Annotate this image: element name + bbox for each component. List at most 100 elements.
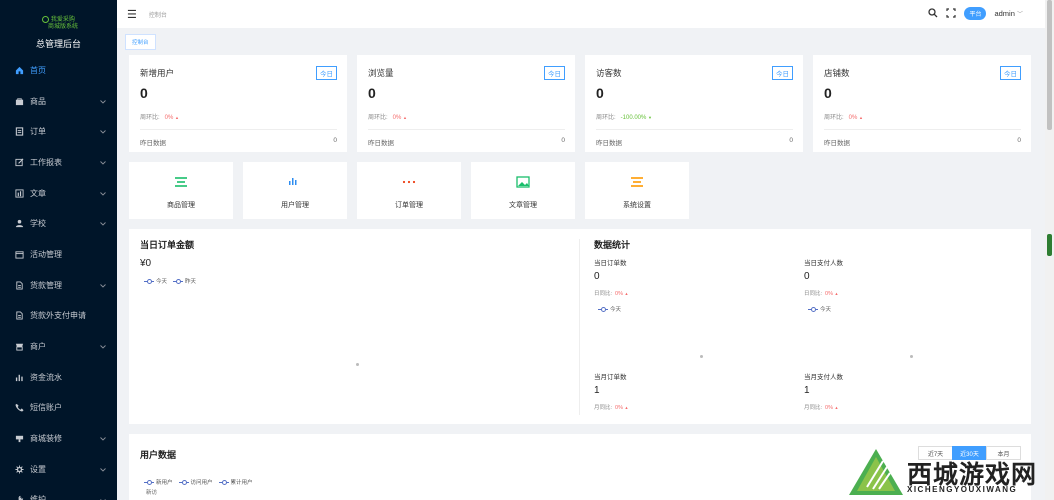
platform-badge[interactable]: 平台	[964, 7, 987, 20]
mini-stat-compare: 日同比: 0% ▲	[804, 289, 838, 297]
stat-title: 访客数	[596, 68, 622, 78]
legend-label: 今天	[156, 279, 168, 285]
mini-stat-value: 1	[804, 385, 810, 396]
sidebar-item-5[interactable]: 学校	[0, 208, 117, 239]
charts-card: 当日订单金额 ¥0 今天 昨天 数据统计 当日订单数 0 日同比: 0% ▲ 今天 当日支付…	[129, 229, 1031, 424]
bag-icon	[15, 97, 24, 106]
legend-label: 新用户	[156, 480, 173, 486]
sidebar-item-label: 商品	[30, 96, 46, 106]
legend-line-marker	[178, 479, 189, 485]
sidebar-item-14[interactable]: 维护	[0, 485, 117, 500]
arrow-up-icon: ▲	[834, 291, 839, 296]
scrollbar-thumb[interactable]	[1047, 0, 1052, 130]
legend-item[interactable]: 今天	[808, 305, 831, 313]
sidebar-item-13[interactable]: 设置	[0, 454, 117, 485]
sidebar-item-1[interactable]: 商品	[0, 86, 117, 117]
quick-link-4[interactable]: 系统设置	[585, 162, 689, 219]
divider	[579, 239, 580, 415]
search-icon[interactable]	[928, 7, 938, 20]
stat-yesterday-label: 昨日数据	[140, 140, 166, 147]
gear-icon	[15, 465, 24, 474]
legend-item[interactable]: 新用户	[144, 478, 173, 486]
stat-badge: 今日	[316, 66, 337, 80]
legend-line-marker	[144, 479, 154, 485]
watermark: 西城游戏网 XICHENGYOUXIWANG	[845, 445, 1054, 500]
quick-link-1[interactable]: 用户管理	[243, 162, 347, 219]
sidebar-item-label: 维护	[30, 495, 46, 500]
mini-stat-label: 当日支付人数	[804, 260, 843, 267]
stat-compare-label: 周环比:	[824, 115, 844, 121]
arrow-up-icon: ▲	[403, 115, 407, 120]
sidebar-item-label: 文章	[30, 188, 46, 198]
legend-item[interactable]: 今天	[598, 305, 621, 313]
sidebar-item-label: 活动管理	[30, 249, 62, 259]
quick-link-3[interactable]: 文章管理	[471, 162, 575, 219]
stat-compare-label: 周环比:	[596, 115, 616, 121]
stat-compare: 周环比: 0% ▲	[140, 112, 179, 121]
sidebar-item-label: 资金流水	[30, 372, 62, 382]
logo-line2: 商城版系统	[47, 24, 78, 31]
sidebar-item-7[interactable]: 货款管理	[0, 270, 117, 301]
sidebar-item-0[interactable]: 首页	[0, 55, 117, 86]
sidebar-item-11[interactable]: 短信账户	[0, 393, 117, 424]
sidebar-item-12[interactable]: 商城装修	[0, 423, 117, 454]
legend-item[interactable]: 累计用户	[218, 478, 253, 486]
bar-chart-icon	[15, 373, 24, 382]
legend-item[interactable]: 今天	[144, 277, 167, 285]
stat-value: 0	[596, 85, 604, 101]
main-area: ☰ 控制台 平台 admin ﹀ 控制台 新增用户 今日 0 周环比: 0% ▲ 昨日数据…	[117, 0, 1045, 500]
sidebar-item-label: 商户	[30, 342, 46, 352]
chevron-down-icon	[100, 189, 106, 198]
stat-percent: -100.00% ▼	[621, 115, 652, 121]
phone-icon	[15, 403, 24, 412]
stat-yesterday-value: 0	[789, 137, 793, 144]
sidebar-item-label: 首页	[30, 65, 46, 75]
stat-compare: 周环比: 0% ▲	[368, 112, 407, 121]
mini-percent-value: 0%	[825, 291, 833, 297]
stat-yesterday-value: 0	[1017, 137, 1021, 144]
legend-item[interactable]: 昨天	[173, 277, 196, 285]
sidebar-item-3[interactable]: 工作报表	[0, 147, 117, 178]
sidebar-item-6[interactable]: 活动管理	[0, 239, 117, 270]
user-menu[interactable]: admin ﹀	[994, 9, 1023, 18]
stat-divider	[824, 129, 1021, 130]
watermark-logo-icon	[849, 449, 903, 495]
chevron-down-icon	[100, 219, 106, 228]
sidebar-item-4[interactable]: 文章	[0, 178, 117, 209]
sidebar-item-9[interactable]: 商户	[0, 331, 117, 362]
app-title: 总管理后台	[35, 39, 81, 50]
sidebar-item-2[interactable]: 订单	[0, 116, 117, 147]
stat-compare-label: 周环比:	[368, 115, 388, 121]
user-data-y-label: 新访	[146, 490, 158, 496]
arrow-up-icon: ▲	[175, 115, 179, 120]
page-scrollbar[interactable]	[1045, 0, 1054, 500]
quick-link-label: 用户管理	[281, 202, 309, 209]
mini-stat-label: 当月订单数	[594, 374, 627, 381]
mini-legend: 今天	[808, 305, 831, 313]
sidebar-item-8[interactable]: 货款外支付申请	[0, 301, 117, 332]
mini-stat-value: 0	[594, 271, 600, 282]
logo-icon	[42, 16, 50, 23]
list-icon	[585, 176, 689, 188]
tools-icon	[15, 495, 24, 500]
legend-item[interactable]: 访问用户	[178, 478, 213, 486]
order-amount-value: ¥0	[140, 258, 152, 269]
home-icon	[15, 66, 24, 75]
legend-line-marker	[218, 479, 229, 485]
breadcrumb[interactable]: 控制台	[149, 10, 167, 19]
fullscreen-icon[interactable]	[946, 7, 957, 20]
quick-link-2[interactable]: 订单管理	[357, 162, 461, 219]
stat-card-0: 新增用户 今日 0 周环比: 0% ▲ 昨日数据 0	[129, 55, 347, 152]
logo: 我爱采购 商城版系统 总管理后台	[0, 0, 117, 55]
quick-link-0[interactable]: 商品管理	[129, 162, 233, 219]
stat-divider	[368, 129, 565, 130]
order-amount-legend: 今天 昨天	[144, 277, 196, 285]
header-right: 平台 admin ﹀	[928, 7, 1023, 20]
sidebar-item-10[interactable]: 资金流水	[0, 362, 117, 393]
tag-dashboard[interactable]: 控制台	[125, 34, 156, 50]
menu-toggle-icon[interactable]: ☰	[127, 8, 137, 21]
stat-card-3: 店铺数 今日 0 周环比: 0% ▲ 昨日数据 0	[813, 55, 1031, 152]
stat-percent-value: 0%	[164, 115, 174, 121]
sidebar-item-label: 货款外支付申请	[30, 311, 86, 321]
sidebar: 我爱采购 商城版系统 总管理后台 首页商品订单 工作报表文章学校活动管理货款管理货…	[0, 0, 117, 500]
